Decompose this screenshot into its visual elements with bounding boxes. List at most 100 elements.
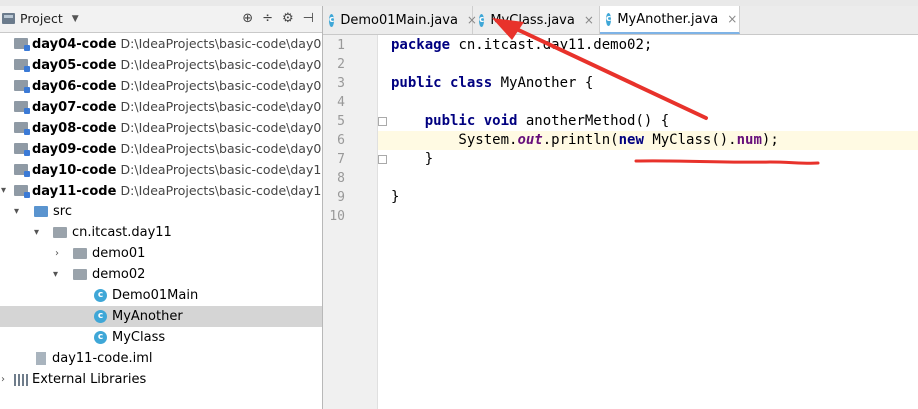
tree-label: demo02 [92,267,146,282]
project-panel: Project ▼ ⊕ ÷ ⚙ ⊣ day04-code D:\IdeaProj… [0,6,322,409]
fold-marker-icon[interactable] [378,117,387,126]
code-token: } [391,151,434,167]
line-number: 4 [337,95,345,110]
collapse-all-icon[interactable]: ÷ [262,11,273,26]
module-path: D:\IdeaProjects\basic-code\day09-code [120,141,322,156]
project-view-selector[interactable]: Project ▼ [2,11,79,26]
tree-row-package[interactable]: ▾ cn.itcast.day11 [0,222,322,243]
module-path: D:\IdeaProjects\basic-code\day07-code [120,99,322,114]
tree-label: demo01 [92,246,146,261]
code-line[interactable]: System.out.println(new MyClass().num); [391,132,779,148]
code-line[interactable]: package cn.itcast.day11.demo02; [391,37,652,53]
package-icon [73,269,87,280]
code-token: System. [391,132,518,148]
tree-row-myclass[interactable]: c MyClass [0,327,322,348]
tree-row-src[interactable]: ▾ src [0,201,322,222]
code-token: ); [761,132,779,148]
tab-myclass[interactable]: c MyClass.java × [473,6,600,34]
tree-row-myanother[interactable]: c MyAnother [0,306,322,327]
tree-label: External Libraries [32,372,147,387]
chevron-right-icon[interactable]: › [55,243,59,264]
tree-row-demo02[interactable]: ▾ demo02 [0,264,322,285]
module-path: D:\IdeaProjects\basic-code\day10-code [120,162,322,177]
file-icon [36,352,46,365]
class-icon: c [94,289,107,302]
code-token: public void [424,113,518,129]
line-number: 5 [337,114,345,129]
module-path: D:\IdeaProjects\basic-code\day05-code [120,57,322,72]
code-line[interactable]: public class MyAnother { [391,75,593,91]
tab-demo01main[interactable]: c Demo01Main.java × [323,6,477,34]
code-token: cn.itcast.day11.demo02; [450,37,653,53]
tree-row-day10-code[interactable]: day10-code D:\IdeaProjects\basic-code\da… [0,159,322,180]
code-token: package [391,37,451,53]
close-icon[interactable]: × [584,13,594,27]
module-path: D:\IdeaProjects\basic-code\day06-code [120,78,322,93]
tree-row-external-libraries[interactable]: › External Libraries [0,369,322,390]
tab-myanother[interactable]: c MyAnother.java × [600,6,740,34]
tree-label: Demo01Main [112,288,199,303]
project-tree: day04-code D:\IdeaProjects\basic-code\da… [0,33,322,390]
code-editor[interactable]: 1 2 3 4 5 6 7 8 9 10 package cn.itcast.d… [323,35,918,409]
editor-tab-bar: c Demo01Main.java × c MyClass.java × c M… [323,6,918,35]
class-icon: c [94,331,107,344]
module-folder-icon [14,38,30,51]
tab-label: MyAnother.java [617,11,719,27]
module-path: D:\IdeaProjects\basic-code\day08-code [120,120,322,135]
tree-row-day05-code[interactable]: day05-code D:\IdeaProjects\basic-code\da… [0,54,322,75]
module-folder-icon [14,143,30,156]
chevron-down-icon: ▼ [71,13,79,24]
code-token: public class [391,75,493,91]
class-icon: c [329,13,335,27]
close-icon[interactable]: × [727,12,737,26]
tree-label: day11-code.iml [52,351,153,366]
library-icon [14,374,28,386]
code-token: MyClass(). [643,132,737,148]
gear-icon[interactable]: ⚙ [282,11,294,26]
chevron-right-icon[interactable]: › [1,369,5,390]
code-token: out [517,132,543,148]
tree-row-day08-code[interactable]: day08-code D:\IdeaProjects\basic-code\da… [0,117,322,138]
chevron-down-icon[interactable]: ▾ [34,222,39,243]
code-token: MyAnother { [492,75,594,91]
code-line[interactable]: public void anotherMethod() { [391,113,669,129]
tree-row-day04-code[interactable]: day04-code D:\IdeaProjects\basic-code\da… [0,33,322,54]
class-icon: c [94,310,107,323]
code-token: .println( [542,132,619,148]
source-folder-icon [34,206,48,217]
chevron-down-icon[interactable]: ▾ [14,201,19,222]
package-icon [73,248,87,259]
line-number: 3 [337,76,345,91]
module-folder-icon [14,101,30,114]
chevron-down-icon[interactable]: ▾ [53,264,58,285]
line-number: 9 [337,190,345,205]
line-number: 10 [329,209,345,224]
tree-label: MyClass [112,330,166,345]
tree-row-day07-code[interactable]: day07-code D:\IdeaProjects\basic-code\da… [0,96,322,117]
code-line[interactable]: } [391,189,399,205]
line-number: 6 [337,133,345,148]
tree-row-demo01[interactable]: › demo01 [0,243,322,264]
module-name: day08-code [32,121,117,136]
tree-row-day06-code[interactable]: day06-code D:\IdeaProjects\basic-code\da… [0,75,322,96]
tree-row-day11-code[interactable]: ▾ day11-code D:\IdeaProjects\basic-code\… [0,180,322,201]
code-line[interactable]: } [391,151,433,167]
module-folder-icon [14,185,30,198]
tree-label: MyAnother [112,309,183,324]
hide-panel-icon[interactable]: ⊣ [303,11,314,26]
code-token: anotherMethod() { [517,113,670,129]
chevron-down-icon[interactable]: ▾ [1,180,6,201]
tree-row-demo01main[interactable]: c Demo01Main [0,285,322,306]
module-name: day11-code [32,184,117,199]
tree-row-day09-code[interactable]: day09-code D:\IdeaProjects\basic-code\da… [0,138,322,159]
line-number: 8 [337,171,345,186]
fold-marker-icon[interactable] [378,155,387,164]
locate-icon[interactable]: ⊕ [242,11,253,26]
project-panel-header: Project ▼ ⊕ ÷ ⚙ ⊣ [0,6,322,33]
tree-row-iml[interactable]: day11-code.iml [0,348,322,369]
class-icon: c [606,12,612,26]
project-icon [2,13,15,24]
line-number: 2 [337,57,345,72]
package-icon [53,227,67,238]
